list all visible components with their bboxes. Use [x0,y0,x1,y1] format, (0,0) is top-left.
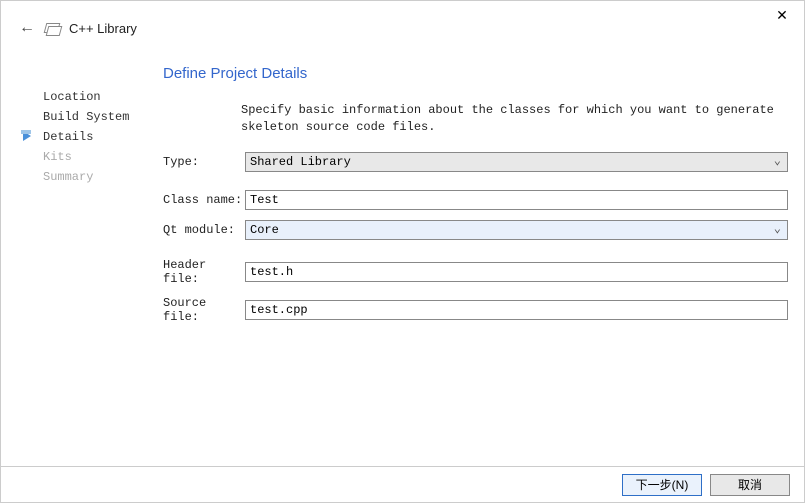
header-file-label: Header file: [163,258,245,286]
close-icon[interactable]: ✕ [772,5,792,25]
type-select-value: Shared Library [250,155,351,169]
source-file-label: Source file: [163,296,245,324]
class-name-label: Class name: [163,193,245,207]
qt-module-label: Qt module: [163,223,245,237]
sidebar-item-details: Details [43,127,163,147]
header-file-input[interactable] [245,262,788,282]
source-file-input[interactable] [245,300,788,320]
content-description: Specify basic information about the clas… [241,102,788,136]
type-select[interactable]: Shared Library [245,152,788,172]
sidebar-item-kits: Kits [43,147,163,167]
wizard-steps-sidebar: Location Build System Details Kits Summa… [43,65,163,334]
type-label: Type: [163,155,245,169]
wizard-content: Define Project Details Specify basic inf… [163,65,792,334]
sidebar-item-summary: Summary [43,167,163,187]
library-icon [45,21,59,35]
qt-module-select[interactable]: Core [245,220,788,240]
next-button[interactable]: 下一步(N) [622,474,702,496]
qt-module-select-value: Core [250,223,279,237]
wizard-header: ← C++ Library [1,1,804,45]
cancel-button[interactable]: 取消 [710,474,790,496]
sidebar-item-build-system: Build System [43,107,163,127]
content-heading: Define Project Details [163,65,788,82]
wizard-footer: 下一步(N) 取消 [1,466,804,502]
sidebar-item-location: Location [43,87,163,107]
wizard-title: C++ Library [69,21,137,36]
back-arrow-icon[interactable]: ← [19,19,35,37]
class-name-input[interactable] [245,190,788,210]
